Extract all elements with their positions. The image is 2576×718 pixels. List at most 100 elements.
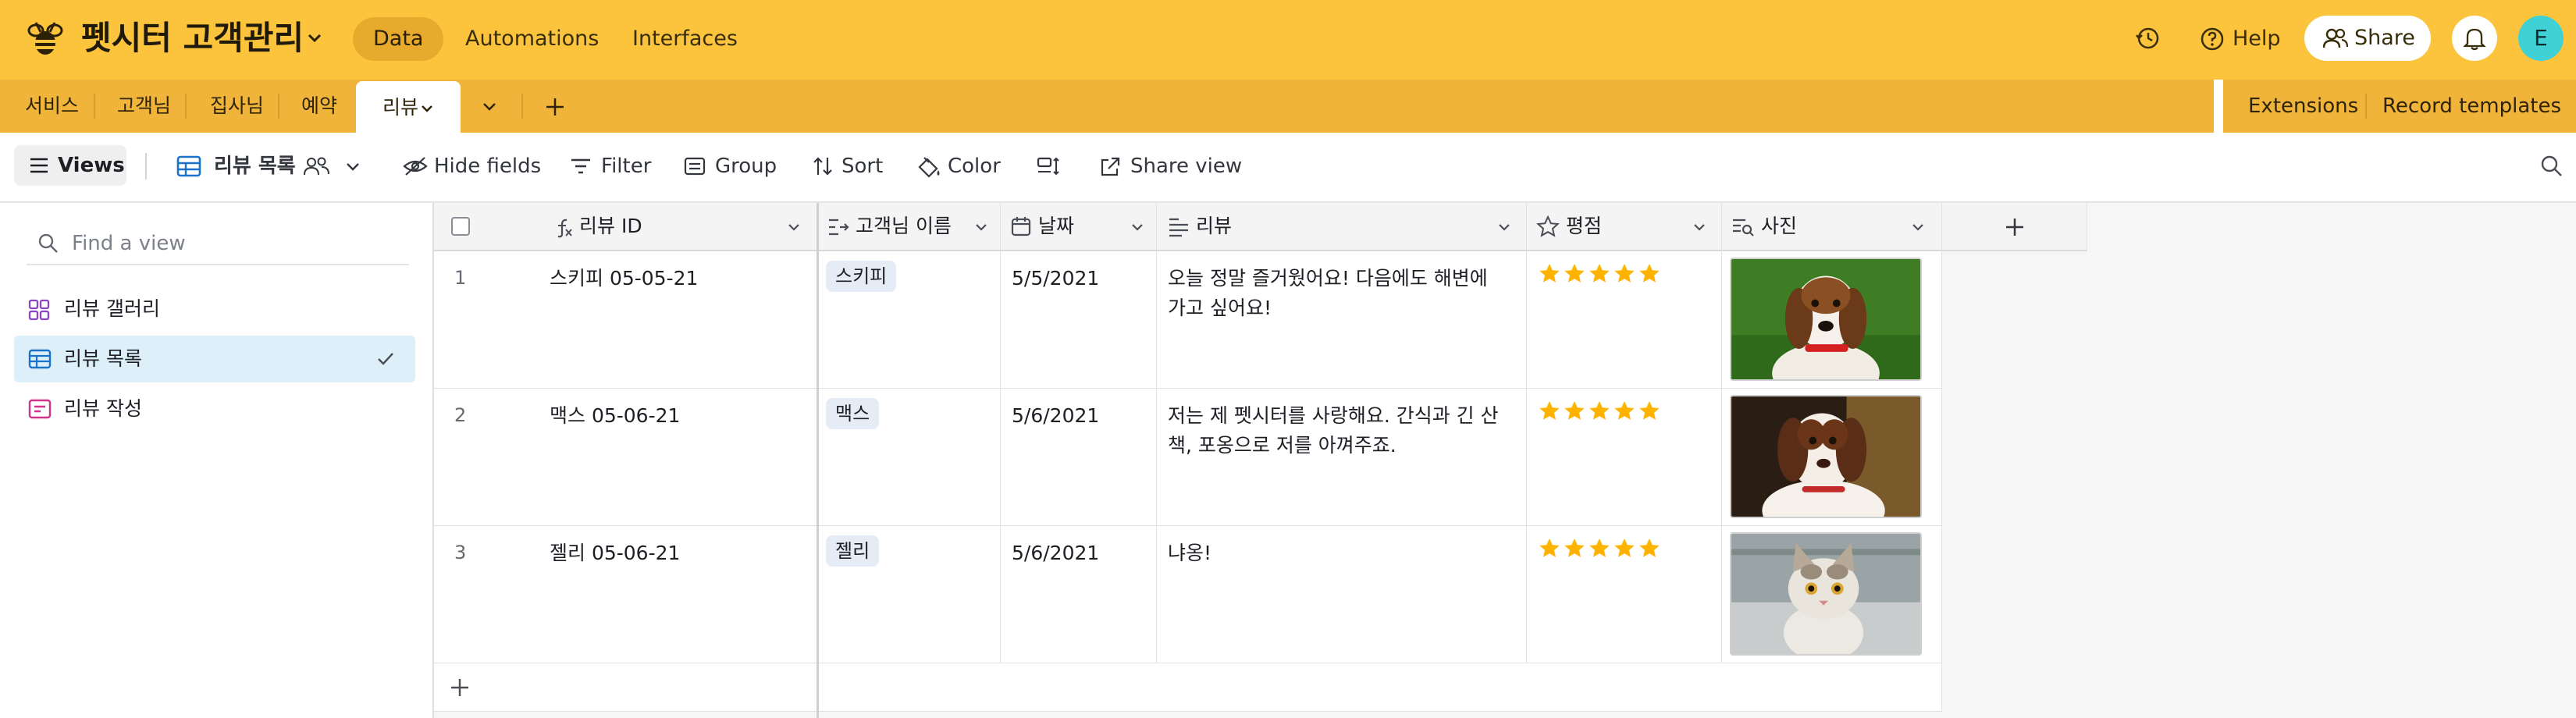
- table-row[interactable]: 3 젤리 05-06-21: [434, 526, 818, 663]
- chevron-down-icon[interactable]: [1129, 219, 1146, 236]
- column-header-review-id[interactable]: 리뷰 ID: [434, 203, 818, 251]
- column-label: 리뷰: [1196, 215, 1233, 237]
- column-header-rating[interactable]: 평점: [1527, 203, 1722, 251]
- column-header-customer-name[interactable]: 고객님 이름: [818, 203, 1001, 251]
- column-label: 날짜: [1038, 215, 1075, 237]
- review-id-cell[interactable]: 젤리 05-06-21: [550, 538, 680, 568]
- table-tab-sitters[interactable]: 집사님: [185, 80, 289, 133]
- review-id-cell[interactable]: 스키피 05-05-21: [550, 264, 698, 293]
- review-cell[interactable]: 저는 제 펫시터를 사랑해요. 간식과 긴 산책, 포옹으로 저를 아껴주죠.: [1157, 389, 1527, 526]
- review-cell[interactable]: 오늘 정말 즐거웠어요! 다음에도 해변에 가고 싶어요!: [1157, 251, 1527, 389]
- table-tab-customers[interactable]: 고객님: [92, 80, 196, 133]
- extensions-button[interactable]: Extensions: [2248, 80, 2358, 133]
- select-all-checkbox[interactable]: [451, 217, 470, 236]
- table-row[interactable]: 1 스키피 05-05-21: [434, 251, 818, 389]
- review-cell[interactable]: 냐옹!: [1157, 526, 1527, 663]
- rating-cell[interactable]: [1527, 251, 1722, 389]
- share-button[interactable]: Share: [2304, 16, 2431, 61]
- date-value: 5/6/2021: [1012, 542, 1100, 564]
- lookup-icon: [829, 219, 849, 236]
- column-label: 리뷰 ID: [579, 215, 642, 237]
- chevron-down-icon[interactable]: [343, 158, 362, 176]
- tab-data[interactable]: Data: [353, 17, 444, 61]
- paint-bucket-icon: [918, 157, 940, 178]
- linked-record-chip[interactable]: 스키피: [826, 261, 897, 292]
- search-icon[interactable]: [2540, 155, 2564, 178]
- help-label: Help: [2233, 27, 2281, 51]
- record-templates-button[interactable]: Record templates: [2382, 80, 2561, 133]
- column-label: 사진: [1761, 215, 1798, 237]
- views-toggle-button[interactable]: Views: [14, 145, 126, 186]
- column-header-photo[interactable]: 사진: [1722, 203, 1942, 251]
- chevron-down-icon[interactable]: [418, 100, 436, 117]
- add-record-row[interactable]: [434, 663, 818, 712]
- find-view-input[interactable]: [72, 228, 400, 259]
- table-tab-reviews[interactable]: 리뷰: [356, 81, 461, 133]
- sidebar-item-label: 리뷰 갤러리: [64, 297, 160, 320]
- review-id-cell[interactable]: 맥스 05-06-21: [550, 401, 680, 431]
- chevron-down-icon[interactable]: [1691, 219, 1708, 236]
- photo-cell[interactable]: [1722, 251, 1942, 389]
- external-link-icon: [1101, 157, 1120, 176]
- rating-cell[interactable]: [1527, 526, 1722, 663]
- chevron-down-icon[interactable]: [479, 97, 500, 117]
- five-star-rating-icon[interactable]: [1538, 400, 1663, 423]
- chevron-down-icon[interactable]: [1496, 219, 1513, 236]
- customer-name-cell[interactable]: 스키피: [818, 251, 1001, 389]
- tab-divider: [2365, 94, 2367, 119]
- views-label: Views: [58, 154, 125, 177]
- add-field-button[interactable]: [1942, 203, 2087, 251]
- chevron-down-icon[interactable]: [785, 219, 802, 236]
- plus-icon: [451, 679, 468, 696]
- sidebar-item-review-gallery[interactable]: 리뷰 갤러리: [14, 286, 415, 332]
- customer-name-cell[interactable]: 맥스: [818, 389, 1001, 526]
- sidebar-item-review-form[interactable]: 리뷰 작성: [14, 386, 415, 432]
- row-number: 2: [454, 404, 467, 426]
- history-icon[interactable]: [2134, 25, 2161, 52]
- rating-cell[interactable]: [1527, 389, 1722, 526]
- linked-record-chip[interactable]: 맥스: [826, 398, 880, 429]
- chevron-down-icon[interactable]: [973, 219, 990, 236]
- group-label: Group: [715, 155, 777, 178]
- bee-logo-icon[interactable]: [25, 20, 66, 60]
- column-header-date[interactable]: 날짜: [1001, 203, 1157, 251]
- kitten-photo[interactable]: [1730, 532, 1922, 656]
- sort-label: Sort: [841, 155, 884, 178]
- avatar[interactable]: E: [2518, 16, 2564, 61]
- column-label: 고객님 이름: [856, 215, 952, 237]
- five-star-rating-icon[interactable]: [1538, 262, 1663, 286]
- column-header-review[interactable]: 리뷰: [1157, 203, 1527, 251]
- add-table-icon[interactable]: [543, 95, 567, 119]
- menu-icon: [30, 158, 48, 173]
- add-record-row-fill[interactable]: [818, 663, 1942, 712]
- customer-name-cell[interactable]: 젤리: [818, 526, 1001, 663]
- tab-interfaces[interactable]: Interfaces: [612, 17, 758, 61]
- table-tab-bookings[interactable]: 예약: [276, 80, 362, 133]
- base-title[interactable]: 펫시터 고객관리: [81, 14, 304, 62]
- tab-automations[interactable]: Automations: [445, 17, 619, 61]
- beagle-photo[interactable]: [1730, 258, 1922, 381]
- sidebar-item-label: 리뷰 작성: [64, 397, 142, 420]
- photo-cell[interactable]: [1722, 389, 1942, 526]
- table-tab-services[interactable]: 서비스: [0, 80, 104, 133]
- color-label: Color: [948, 155, 1001, 178]
- grid-icon: [28, 349, 52, 369]
- filter-label: Filter: [601, 155, 652, 178]
- notifications-button[interactable]: [2452, 16, 2497, 61]
- chevron-down-icon[interactable]: [303, 27, 326, 50]
- date-cell[interactable]: 5/5/2021: [1001, 251, 1157, 389]
- table-row[interactable]: 2 맥스 05-06-21: [434, 389, 818, 526]
- group-icon: [684, 157, 706, 176]
- date-cell[interactable]: 5/6/2021: [1001, 389, 1157, 526]
- users-icon: [2323, 28, 2348, 48]
- linked-record-chip[interactable]: 젤리: [826, 535, 880, 567]
- formula-icon: [557, 219, 572, 238]
- five-star-rating-icon[interactable]: [1538, 537, 1663, 560]
- row-height-icon[interactable]: [1037, 156, 1060, 176]
- date-cell[interactable]: 5/6/2021: [1001, 526, 1157, 663]
- sidebar-item-review-list[interactable]: 리뷰 목록: [14, 336, 415, 382]
- chevron-down-icon[interactable]: [1909, 219, 1927, 236]
- photo-cell[interactable]: [1722, 526, 1942, 663]
- review-text: 저는 제 펫시터를 사랑해요. 간식과 긴 산책, 포옹으로 저를 아껴주죠.: [1168, 404, 1499, 457]
- spaniel-photo[interactable]: [1730, 395, 1922, 518]
